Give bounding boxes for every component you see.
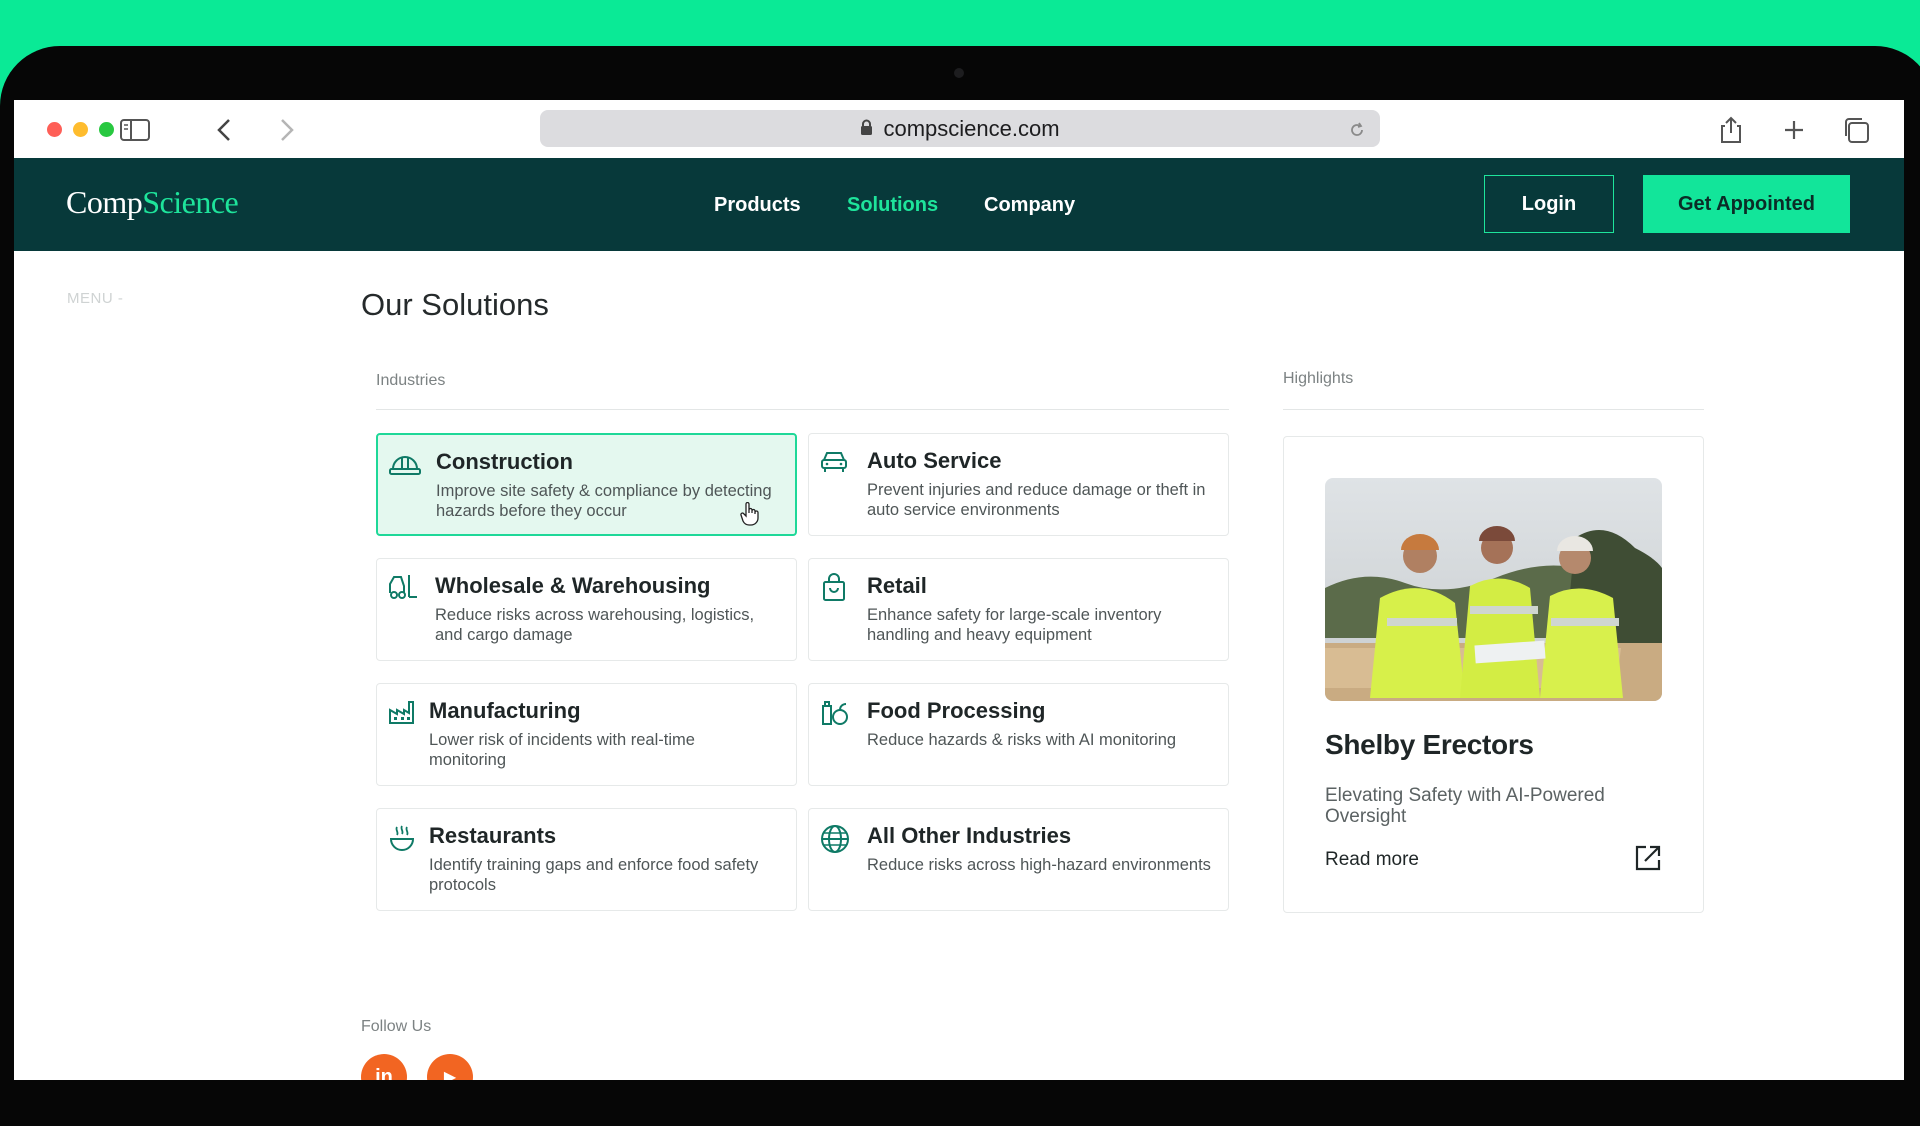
- industry-description: Prevent injuries and reduce damage or th…: [867, 481, 1206, 519]
- industry-description: Enhance safety for large-scale inventory…: [867, 606, 1162, 644]
- industry-title: Manufacturing: [429, 698, 581, 723]
- industry-card-food-processing[interactable]: Food Processing Reduce hazards & risks w…: [808, 683, 1229, 786]
- nav-products[interactable]: Products: [714, 194, 801, 217]
- hard-hat-icon: [388, 449, 421, 481]
- industry-card-auto-service[interactable]: Auto Service Prevent injuries and reduce…: [808, 433, 1229, 536]
- nav-company[interactable]: Company: [984, 194, 1075, 217]
- hand-cursor-icon: [740, 501, 760, 531]
- car-icon: [819, 448, 851, 480]
- industry-title: Retail: [867, 573, 927, 598]
- back-icon[interactable]: [207, 113, 241, 147]
- address-bar[interactable]: compscience.com: [540, 110, 1380, 147]
- highlight-title: Shelby Erectors: [1325, 729, 1534, 760]
- industry-title: Construction: [436, 449, 573, 474]
- factory-icon: [387, 698, 419, 730]
- industry-card-construction[interactable]: Construction Improve site safety & compl…: [376, 433, 797, 536]
- industry-description: Improve site safety & compliance by dete…: [436, 482, 772, 520]
- read-more-link[interactable]: Read more: [1325, 849, 1419, 871]
- industry-card-all-other-industries[interactable]: All Other Industries Reduce risks across…: [808, 808, 1229, 911]
- industry-card-manufacturing[interactable]: Manufacturing Lower risk of incidents wi…: [376, 683, 797, 786]
- site-header: CompScience Products Solutions Company L…: [14, 158, 1904, 251]
- industry-description: Identify training gaps and enforce food …: [429, 856, 759, 894]
- industry-title: Food Processing: [867, 698, 1046, 723]
- steaming-bowl-icon: [387, 823, 419, 855]
- industries-label: Industries: [376, 372, 446, 389]
- industry-description: Reduce risks across warehousing, logisti…: [435, 606, 755, 644]
- browser-toolbar: compscience.com: [14, 100, 1904, 158]
- food-jars-icon: [819, 698, 851, 730]
- maximize-window-button[interactable]: [99, 122, 114, 137]
- industry-description: Reduce risks across high-hazard environm…: [867, 856, 1211, 874]
- external-link-icon[interactable]: [1634, 844, 1662, 877]
- highlight-card[interactable]: Shelby Erectors Elevating Safety with AI…: [1283, 436, 1704, 913]
- lock-icon: [860, 116, 873, 142]
- screen: compscience.com CompScience Products Sol…: [14, 100, 1904, 1080]
- get-appointed-button[interactable]: Get Appointed: [1643, 175, 1850, 233]
- menu-toggle[interactable]: MENU -: [67, 290, 123, 307]
- follow-us-label: Follow Us: [361, 1018, 432, 1035]
- close-window-button[interactable]: [47, 122, 62, 137]
- sidebar-toggle-icon[interactable]: [118, 113, 152, 147]
- camera-icon: [954, 68, 964, 78]
- industry-title: Wholesale & Warehousing: [435, 573, 711, 598]
- login-button[interactable]: Login: [1484, 175, 1614, 233]
- industry-card-wholesale-warehousing[interactable]: Wholesale & Warehousing Reduce risks acr…: [376, 558, 797, 661]
- forklift-icon: [387, 573, 419, 605]
- youtube-icon[interactable]: ▶: [427, 1054, 473, 1080]
- highlight-subtitle: Elevating Safety with AI-Powered Oversig…: [1325, 785, 1605, 827]
- page-title: Our Solutions: [361, 287, 549, 322]
- industry-title: All Other Industries: [867, 823, 1072, 848]
- nav-solutions[interactable]: Solutions: [847, 194, 938, 217]
- industries-divider: [376, 409, 1229, 410]
- industry-title: Auto Service: [867, 448, 1002, 473]
- globe-icon: [819, 823, 851, 855]
- industry-card-retail[interactable]: Retail Enhance safety for large-scale in…: [808, 558, 1229, 661]
- industry-title: Restaurants: [429, 823, 557, 848]
- url-text: compscience.com: [883, 115, 1060, 141]
- compscience-logo[interactable]: CompScience: [66, 184, 239, 221]
- reload-icon[interactable]: [1348, 119, 1366, 145]
- highlights-divider: [1283, 409, 1704, 410]
- industry-description: Lower risk of incidents with real-time m…: [429, 731, 695, 769]
- industry-description: Reduce hazards & risks with AI monitorin…: [867, 731, 1177, 749]
- linkedin-icon[interactable]: in: [361, 1054, 407, 1080]
- industry-card-restaurants[interactable]: Restaurants Identify training gaps and e…: [376, 808, 797, 911]
- minimize-window-button[interactable]: [73, 122, 88, 137]
- highlights-label: Highlights: [1283, 370, 1354, 387]
- shopping-bag-icon: [819, 573, 851, 605]
- new-tab-icon[interactable]: [1777, 113, 1811, 147]
- highlight-photo: [1325, 478, 1662, 701]
- tab-overview-icon[interactable]: [1839, 113, 1873, 147]
- forward-icon[interactable]: [270, 113, 304, 147]
- share-icon[interactable]: [1714, 113, 1748, 147]
